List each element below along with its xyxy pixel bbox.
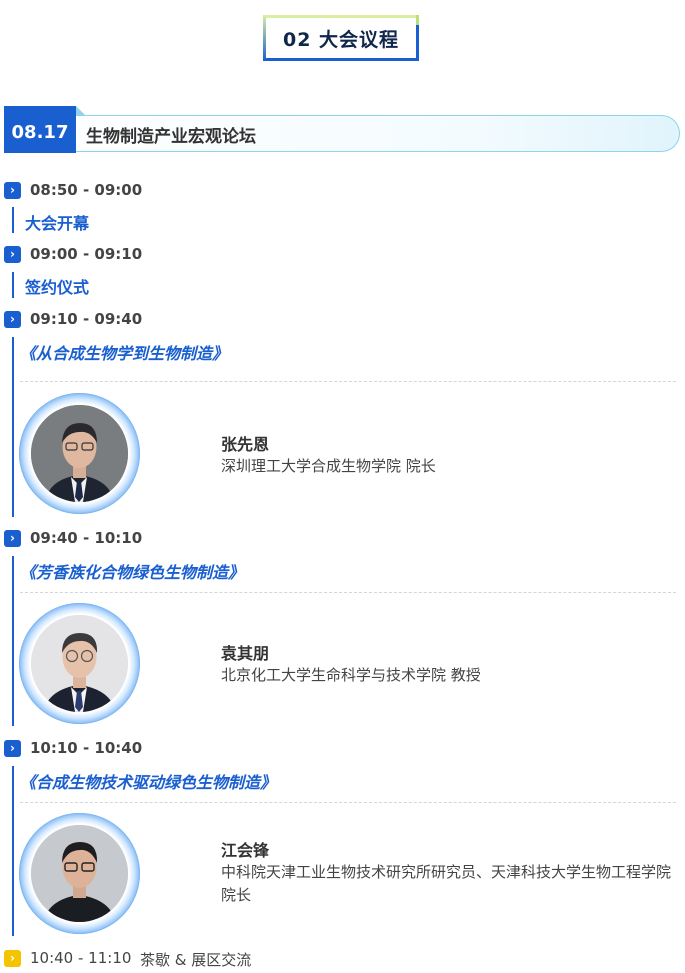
agenda-time: 09:00 - 09:10 [30, 245, 143, 263]
talk-title: 《从合成生物学到生物制造》 [20, 344, 229, 363]
agenda-time: 08:50 - 09:00 [30, 181, 143, 199]
agenda-time: 09:10 - 09:40 [30, 310, 143, 328]
chevron-right-icon: › [4, 311, 21, 328]
section-title-badge: 02 大会议程 [263, 15, 419, 61]
agenda-time: 09:40 - 10:10 [30, 529, 143, 547]
chevron-right-icon: › [4, 740, 21, 757]
section-title: 02 大会议程 [282, 28, 400, 51]
timeline-line [12, 556, 14, 726]
chevron-right-icon: › [4, 246, 21, 263]
agenda-activity: 签约仪式 [25, 278, 90, 297]
session-header-tab-corner [76, 106, 85, 115]
session-date: 08.17 [4, 106, 76, 153]
chevron-right-icon: › [4, 950, 21, 967]
agenda-time-break: 10:40 - 11:10 [30, 949, 132, 967]
speaker-name: 江会锋 [221, 841, 270, 860]
agenda-activity: 大会开幕 [25, 214, 90, 233]
agenda-time: 10:10 - 10:40 [30, 739, 143, 757]
timeline-line [12, 207, 14, 233]
timeline-line [12, 337, 14, 517]
session-title: 生物制造产业宏观论坛 [86, 127, 256, 147]
timeline-line [12, 766, 14, 936]
speaker-title: 北京化工大学生命科学与技术学院 教授 [221, 666, 481, 684]
chevron-right-icon: › [4, 182, 21, 199]
speaker-name: 张先恩 [221, 435, 270, 454]
talk-title: 《芳香族化合物绿色生物制造》 [20, 563, 245, 582]
divider [20, 592, 676, 593]
speaker-photo [19, 813, 140, 934]
divider [20, 802, 676, 803]
speaker-name: 袁其朋 [221, 644, 270, 663]
speaker-photo [19, 393, 140, 514]
chevron-right-icon: › [4, 530, 21, 547]
speaker-title: 深圳理工大学合成生物学院 院长 [221, 457, 436, 475]
speaker-title: 中科院天津工业生物技术研究所研究员、天津科技大学生物工程学院 院长 [221, 863, 672, 904]
timeline-line [12, 272, 14, 298]
divider [20, 381, 676, 382]
agenda-activity-break: 茶歇 & 展区交流 [140, 951, 252, 969]
talk-title: 《合成生物技术驱动绿色生物制造》 [20, 773, 277, 792]
speaker-photo [19, 603, 140, 724]
